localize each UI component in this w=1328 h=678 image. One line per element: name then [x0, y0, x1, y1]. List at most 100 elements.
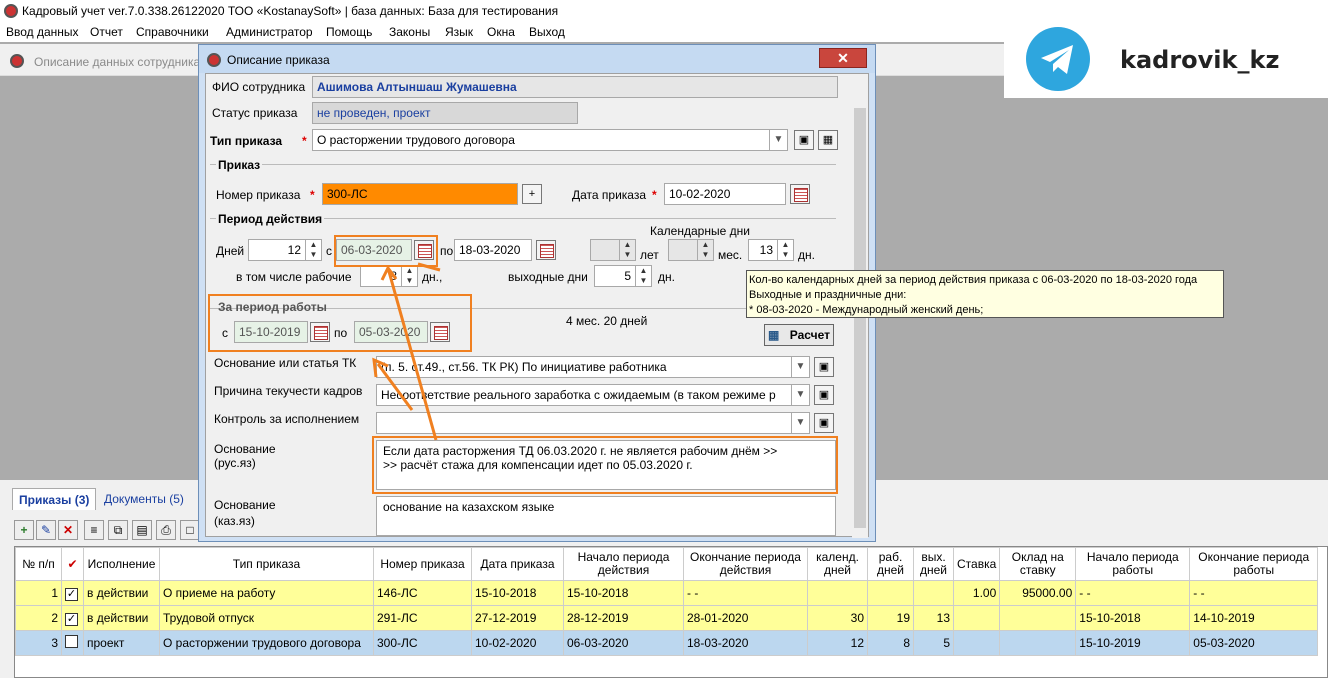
cell-salary: [999, 605, 1077, 631]
cell-off-days: [913, 580, 954, 606]
table-header-row: № п/п ✔ Исполнение Тип приказа Номер при…: [15, 547, 1319, 581]
cell-type: Трудовой отпуск: [159, 605, 374, 631]
cell-number: 3: [15, 630, 62, 656]
cell-work-days: 19: [867, 605, 914, 631]
cell-work-days: [867, 580, 914, 606]
col-order-date[interactable]: Дата приказа: [471, 547, 564, 581]
cell-order-number: 146-ЛС: [373, 580, 472, 606]
cell-work-start: 15-10-2019: [1075, 630, 1191, 656]
edit-icon[interactable]: ✎: [36, 520, 56, 540]
cell-status: в действии: [83, 605, 160, 631]
col-cal-days[interactable]: календ. дней: [807, 547, 868, 581]
menu-laws[interactable]: Законы: [389, 25, 430, 39]
cell-status: проект: [83, 630, 160, 656]
cell-period-start: 28-12-2019: [563, 605, 684, 631]
cell-number: 1: [15, 580, 62, 606]
cell-order-number: 300-ЛС: [373, 630, 472, 656]
row-checkbox[interactable]: ✓: [65, 587, 78, 601]
telegram-icon: [1026, 27, 1090, 91]
list-icon[interactable]: ≡: [84, 520, 104, 540]
cell-salary: [999, 630, 1077, 656]
table-row[interactable]: 2 ✓ в действии Трудовой отпуск 291-ЛС 27…: [15, 605, 1319, 631]
cell-check[interactable]: ✓: [61, 605, 84, 631]
col-type[interactable]: Тип приказа: [159, 547, 374, 581]
cell-rate: [952, 630, 1001, 656]
cell-period-end: 18-03-2020: [683, 630, 808, 656]
table-row[interactable]: 1 ✓ в действии О приеме на работу 146-ЛС…: [15, 580, 1319, 606]
tab-documents[interactable]: Документы (5): [98, 488, 190, 510]
cell-period-start: 06-03-2020: [563, 630, 684, 656]
cell-check[interactable]: ✓: [61, 580, 84, 606]
tooltip-line: * 08-03-2020 - Международный женский ден…: [749, 304, 984, 316]
cell-work-end: 14-10-2019: [1189, 605, 1319, 631]
col-order-number[interactable]: Номер приказа: [373, 547, 472, 581]
menu-help[interactable]: Помощь: [326, 25, 372, 39]
print-icon[interactable]: ⎙: [156, 520, 176, 540]
close-button[interactable]: ✕: [819, 48, 867, 68]
cell-work-end: - -: [1189, 580, 1319, 606]
copy-icon[interactable]: ⧉: [108, 520, 128, 540]
cell-work-days: 8: [867, 630, 914, 656]
col-work-days[interactable]: раб. дней: [867, 547, 914, 581]
table-row-selected[interactable]: 3 проект О расторжении трудового договор…: [15, 630, 1319, 656]
col-number[interactable]: № п/п: [15, 547, 62, 581]
menu-language[interactable]: Язык: [445, 25, 473, 39]
telegram-watermark: kadrovik_kz: [1004, 22, 1328, 98]
menu-input[interactable]: Ввод данных: [6, 25, 79, 39]
cell-salary: 95000.00: [999, 580, 1077, 606]
cell-off-days: 13: [913, 605, 954, 631]
col-status[interactable]: Исполнение: [83, 547, 160, 581]
arrow-line: [376, 363, 414, 411]
child-window-title: Описание данных сотрудника: [34, 55, 201, 69]
child-window-icon: [10, 54, 24, 68]
cell-rate: 1.00: [952, 580, 1001, 606]
cell-period-start: 15-10-2018: [563, 580, 684, 606]
cell-order-date: 10-02-2020: [471, 630, 564, 656]
app-titlebar: Кадровый учет ver.7.0.338.26122020 ТОО «…: [0, 0, 1328, 22]
delete-icon[interactable]: ✕: [58, 520, 78, 540]
app-logo-icon: [4, 4, 18, 18]
cell-period-end: - -: [683, 580, 808, 606]
menu-references[interactable]: Справочники: [136, 25, 209, 39]
dialog-titlebar: Описание приказа ✕: [199, 45, 875, 73]
cell-rate: [952, 605, 1001, 631]
cell-order-number: 291-ЛС: [373, 605, 472, 631]
cell-order-date: 15-10-2018: [471, 580, 564, 606]
paste-icon[interactable]: ▤: [132, 520, 152, 540]
cell-number: 2: [15, 605, 62, 631]
tooltip: Кол-во календарных дней за период действ…: [746, 270, 1224, 318]
export-icon[interactable]: □: [180, 520, 200, 540]
cell-cal-days: 12: [807, 630, 868, 656]
arrow-line: [386, 267, 438, 441]
col-work-start[interactable]: Начало периода работы: [1075, 547, 1191, 581]
cell-period-end: 28-01-2020: [683, 605, 808, 631]
cell-work-start: 15-10-2018: [1075, 605, 1191, 631]
menu-exit[interactable]: Выход: [529, 25, 565, 39]
tab-orders[interactable]: Приказы (3): [12, 488, 97, 510]
cell-cal-days: 30: [807, 605, 868, 631]
tooltip-line: Кол-во календарных дней за период действ…: [749, 274, 1198, 286]
menu-windows[interactable]: Окна: [487, 25, 515, 39]
cell-work-start: - -: [1075, 580, 1191, 606]
menu-report[interactable]: Отчет: [90, 25, 123, 39]
col-work-end[interactable]: Окончание периода работы: [1189, 547, 1319, 581]
col-check-icon[interactable]: ✔: [61, 547, 84, 581]
menu-admin[interactable]: Администратор: [226, 25, 313, 39]
cell-order-date: 27-12-2019: [471, 605, 564, 631]
col-period-start[interactable]: Начало периода действия: [563, 547, 684, 581]
app-title: Кадровый учет ver.7.0.338.26122020 ТОО «…: [22, 4, 559, 18]
col-period-end[interactable]: Окончание периода действия: [683, 547, 808, 581]
col-off-days[interactable]: вых. дней: [913, 547, 954, 581]
dialog-icon: [207, 53, 221, 67]
col-salary[interactable]: Оклад на ставку: [999, 547, 1077, 581]
arrow-line: [417, 262, 441, 272]
col-rate[interactable]: Ставка: [952, 547, 1001, 581]
add-icon[interactable]: +: [14, 520, 34, 540]
dialog-title: Описание приказа: [227, 53, 330, 67]
cell-off-days: 5: [913, 630, 954, 656]
orders-table: № п/п ✔ Исполнение Тип приказа Номер при…: [14, 546, 1328, 678]
row-checkbox[interactable]: [65, 635, 78, 648]
row-checkbox[interactable]: ✓: [65, 612, 78, 626]
cell-cal-days: [807, 580, 868, 606]
cell-check[interactable]: [61, 630, 84, 656]
